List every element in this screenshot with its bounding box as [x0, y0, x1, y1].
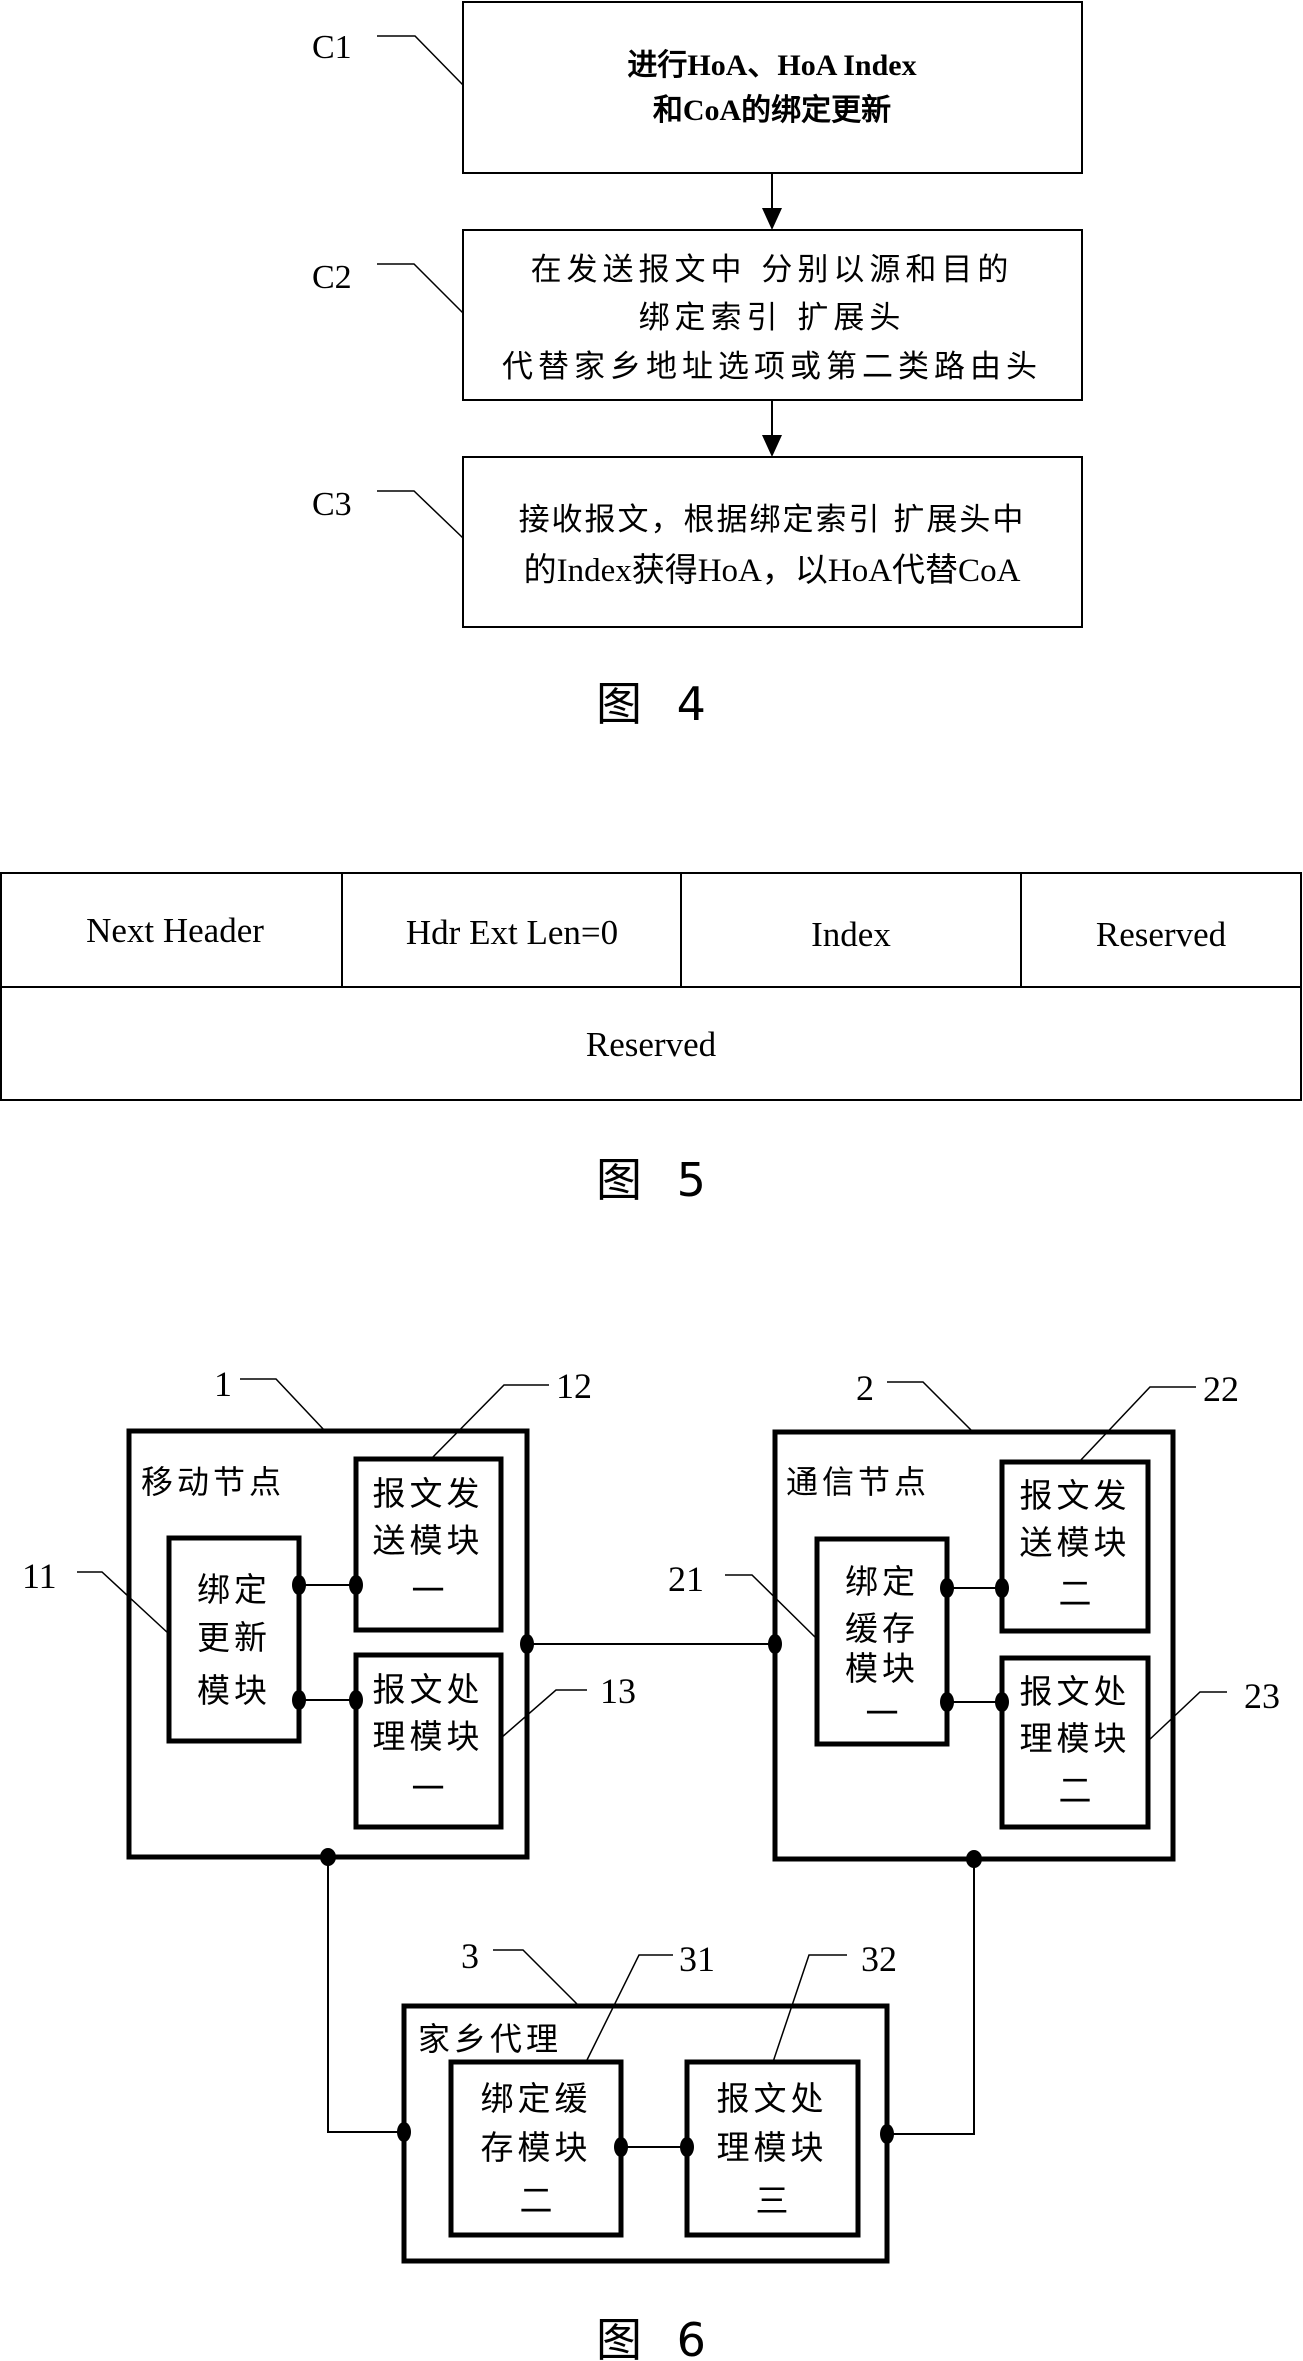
step-c3-line-2: 的Index获得HoA，以HoA代替CoA: [524, 552, 1021, 589]
step-c2-label: C2: [312, 259, 352, 296]
step-c3-leader: [377, 490, 464, 539]
junction-dot: [520, 1634, 534, 1654]
step-c1-leader: [377, 35, 464, 86]
process-module-1-line-3: 一: [412, 1769, 445, 1808]
send-module-2-line-1: 报文发: [1020, 1476, 1131, 1515]
step-c2: C2 在发送报文中 分别以源和目的 绑定索引 扩展头 代替家乡地址选项或第二类路…: [312, 229, 1083, 401]
process-module-2-line-1: 报文处: [1020, 1672, 1131, 1711]
mobile-node-leader: [240, 1378, 326, 1432]
field-hdr-ext-len: Hdr Ext Len=0: [406, 913, 618, 952]
figure-4: C1 进行HoA、HoA Index 和CoA的绑定更新 C2 在发送报文中 分…: [312, 1, 1083, 731]
arrow-c2-c3-head-icon: [762, 435, 782, 457]
patent-drawing: C1 进行HoA、HoA Index 和CoA的绑定更新 C2 在发送报文中 分…: [0, 1, 1302, 2361]
process-module-3-line-1: 报文处: [717, 2079, 828, 2118]
junction-dot: [995, 1692, 1009, 1712]
step-c1-line-2: 和CoA的绑定更新: [653, 93, 891, 127]
step-c3-label: C3: [312, 486, 352, 523]
home-agent-ref: 3: [461, 1936, 479, 1976]
module-11-ref: 11: [22, 1556, 57, 1596]
junction-dot: [292, 1690, 306, 1710]
home-agent-title: 家乡代理: [418, 2020, 562, 2058]
wire-mn-ha: [327, 1857, 404, 2133]
correspondent-node-ref: 2: [856, 1368, 874, 1408]
module-23-ref: 23: [1244, 1676, 1280, 1716]
step-c2-leader: [377, 263, 464, 314]
header-format-table: Next Header Hdr Ext Len=0 Index Reserved…: [0, 872, 1302, 1101]
figure-6: 移动节点 1 绑定 更新 模块 11 报文发 送模块 一 12 报文处 理模块 …: [22, 1364, 1280, 2361]
module-31-ref: 31: [679, 1939, 715, 1979]
step-c2-line-1: 在发送报文中 分别以源和目的: [531, 252, 1014, 288]
mobile-node-ref: 1: [214, 1364, 232, 1404]
junction-dot: [614, 2137, 628, 2157]
home-agent-leader: [493, 1949, 580, 2007]
junction-dot: [349, 1575, 363, 1595]
process-module-3-line-2: 理模块: [717, 2128, 828, 2167]
step-c1: C1 进行HoA、HoA Index 和CoA的绑定更新: [312, 1, 1083, 174]
step-c2-line-2: 绑定索引 扩展头: [639, 300, 906, 336]
junction-dot: [995, 1578, 1009, 1598]
binding-cache-module-1-line-4: 一: [866, 1694, 899, 1733]
send-module-1-line-3: 一: [412, 1571, 445, 1610]
step-c1-line-1: 进行HoA、HoA Index: [627, 49, 916, 82]
correspondent-node-title: 通信节点: [786, 1463, 930, 1501]
field-next-header: Next Header: [86, 911, 264, 950]
binding-update-module-line-3: 模块: [197, 1671, 271, 1710]
junction-dot: [397, 2122, 411, 2142]
binding-cache-module-2-line-3: 二: [520, 2181, 553, 2220]
process-module-3-line-3: 三: [756, 2181, 789, 2220]
junction-dot: [768, 1634, 782, 1654]
mobile-node: 移动节点 1 绑定 更新 模块 11 报文发 送模块 一 12 报文处 理模块 …: [22, 1364, 636, 1866]
binding-cache-module-2-line-2: 存模块: [481, 2128, 592, 2167]
arrow-c1-c2-head-icon: [762, 208, 782, 230]
figure-6-caption: 图 6: [596, 2313, 716, 2361]
process-module-1-line-2: 理模块: [373, 1717, 484, 1756]
mobile-node-title: 移动节点: [141, 1463, 285, 1501]
module-12-ref: 12: [556, 1366, 592, 1406]
junction-dot: [940, 1692, 954, 1712]
module-13-ref: 13: [600, 1671, 636, 1711]
binding-cache-module-1-line-1: 绑定: [845, 1562, 919, 1601]
junction-dot: [292, 1575, 306, 1595]
step-c3-line-1: 接收报文，根据绑定索引 扩展头中: [519, 502, 1026, 538]
binding-cache-module-2-line-1: 绑定缓: [481, 2079, 592, 2118]
correspondent-node: 通信节点 2 绑定 缓存 模块 一 21 报文发 送模块 二 22 报文处 理模…: [668, 1368, 1280, 1868]
junction-dot: [320, 1848, 336, 1866]
step-c1-label: C1: [312, 29, 352, 66]
field-reserved-2: Reserved: [586, 1025, 717, 1064]
module-21-ref: 21: [668, 1559, 704, 1599]
wire-cn-ha: [887, 1859, 975, 2135]
binding-cache-module-1-line-3: 模块: [845, 1649, 919, 1688]
send-module-2-line-2: 送模块: [1020, 1523, 1131, 1562]
send-module-2-line-3: 二: [1059, 1574, 1092, 1613]
step-c3-box: [462, 456, 1083, 628]
field-index: Index: [811, 915, 891, 954]
junction-dot: [940, 1578, 954, 1598]
send-module-1-line-2: 送模块: [373, 1521, 484, 1560]
figure-5-caption: 图 5: [596, 1153, 716, 1207]
step-c1-box: [462, 1, 1083, 174]
binding-update-module-line-1: 绑定: [197, 1570, 271, 1609]
junction-dot: [880, 2124, 894, 2144]
junction-dot: [966, 1850, 982, 1868]
field-reserved-1: Reserved: [1096, 915, 1227, 954]
junction-dot: [349, 1690, 363, 1710]
figure-5: Next Header Hdr Ext Len=0 Index Reserved…: [0, 872, 1302, 1207]
home-agent: 家乡代理 3 绑定缓 存模块 二 31 报文处 理模块 三 32: [397, 1936, 897, 2264]
process-module-2-line-2: 理模块: [1020, 1719, 1131, 1758]
binding-cache-module-1-line-2: 缓存: [845, 1609, 919, 1648]
step-c3: C3 接收报文，根据绑定索引 扩展头中 的Index获得HoA，以HoA代替Co…: [312, 456, 1083, 628]
process-module-1-line-1: 报文处: [373, 1670, 484, 1709]
figure-4-caption: 图 4: [596, 677, 716, 731]
junction-dot: [680, 2137, 694, 2157]
send-module-1-line-1: 报文发: [373, 1474, 484, 1513]
step-c2-line-3: 代替家乡地址选项或第二类路由头: [502, 349, 1042, 385]
correspondent-node-leader: [887, 1381, 974, 1433]
module-32-ref: 32: [861, 1939, 897, 1979]
module-22-ref: 22: [1203, 1369, 1239, 1409]
binding-update-module-line-2: 更新: [197, 1618, 271, 1657]
process-module-2-line-3: 二: [1059, 1771, 1092, 1810]
